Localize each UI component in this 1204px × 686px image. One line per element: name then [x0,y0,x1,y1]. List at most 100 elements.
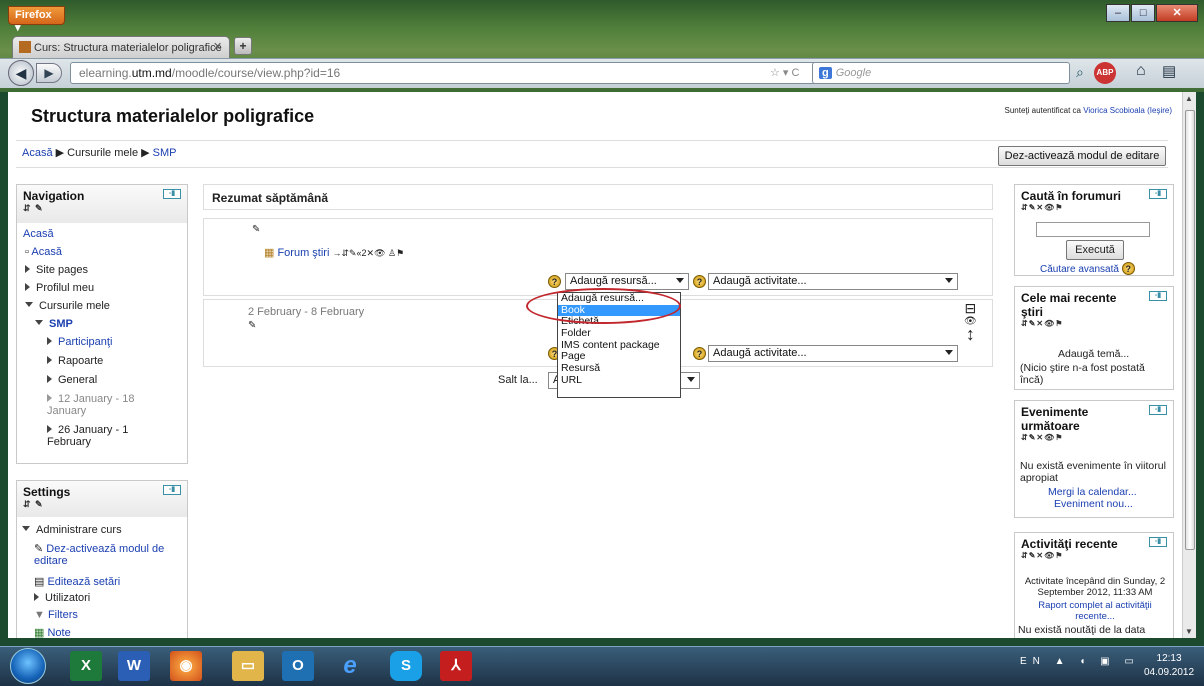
nav-item-profile[interactable]: Profilul meu [25,282,94,294]
block-edit-icons[interactable]: ⇵✎✕👁⚑ [1021,319,1167,328]
new-tab-button[interactable]: + [234,37,252,55]
edit-summary-icon[interactable]: ✎ [248,320,256,331]
advanced-search-link: Căutare avansată [1040,264,1119,275]
nav-item-label: Profilul meu [36,282,95,294]
settings-users[interactable]: Utilizatori [34,592,90,604]
block-edit-icons[interactable]: ⇵✎✕👁⚑ [1021,551,1167,560]
outlook-icon[interactable]: O [282,651,314,681]
maximize-button[interactable]: □ [1131,4,1156,22]
grades-icon: ▦ [34,627,48,638]
toggle-edit-button[interactable]: Dez-activează modul de editare [998,146,1166,166]
acrobat-icon[interactable]: ⅄ [440,651,472,681]
forward-button[interactable]: ▶ [36,63,62,83]
search-input[interactable]: g Google [812,62,1070,84]
go-calendar-link[interactable]: Mergi la calendar... [1048,486,1137,498]
advanced-search[interactable]: Căutare avansată ? [1040,262,1135,275]
page-scrollbar[interactable]: ▲ ▼ [1182,92,1196,638]
full-report-link[interactable]: Raport complet al activităţii recente... [1022,600,1168,622]
block-collapse-icon[interactable]: -▮ [163,485,181,495]
start-button[interactable] [10,648,46,684]
breadcrumb-my-courses[interactable]: Cursurile mele [67,147,138,159]
nav-item-site-pages[interactable]: Site pages [25,264,88,276]
block-edit-icons[interactable]: ⇵✎✕👁⚑ [1021,203,1167,212]
nav-home-link[interactable]: Acasă [23,228,54,240]
block-edit-icons[interactable]: ⇵ ✎ [23,499,181,510]
add-resource-select[interactable]: Adaugă resursă... [565,273,689,290]
chevron-down-icon [945,350,953,355]
scroll-up-icon[interactable]: ▲ [1185,94,1193,103]
tab-close-icon[interactable]: ✕ [213,40,222,53]
back-button[interactable]: ◀ [8,60,34,86]
word-icon[interactable]: W [118,651,150,681]
forum-news-link[interactable]: Forum ştiri [277,247,329,259]
pencil-icon: ✎ [34,543,47,555]
firefox-icon[interactable]: ◉ [170,651,202,681]
folder-icon[interactable]: ▭ [232,651,264,681]
block-collapse-icon[interactable]: -▮ [163,189,181,199]
search-icon[interactable]: ⌕ [1076,64,1084,81]
block-edit-icons[interactable]: ⇵✎✕👁⚑ [1021,433,1167,442]
help-icon[interactable]: ? [1121,262,1135,275]
breadcrumb-smp[interactable]: SMP [153,147,177,159]
internet-explorer-icon[interactable]: e [334,651,366,681]
url-path: /moodle/course/view.php?id=16 [171,66,341,80]
help-icon[interactable]: ? [548,274,561,288]
nav-item-smp[interactable]: SMP [35,318,73,330]
nav-item-general[interactable]: General [47,374,97,386]
firefox-menu-button[interactable]: Firefox ▾ [8,6,65,34]
show-only-icon[interactable]: ⊟ [964,301,977,315]
scroll-thumb[interactable] [1185,110,1195,550]
breadcrumb-home[interactable]: Acasă [22,147,53,159]
page-title: Structura materialelor poligrafice [31,106,315,126]
language-indicator[interactable]: EN [1020,656,1046,667]
activity-edit-icons[interactable]: →⇵✎«2✕👁 ♙⚑ [332,248,404,258]
search-execute-button[interactable]: Execută [1066,240,1124,260]
settings-grades[interactable]: ▦ Note [34,626,71,638]
minimize-button[interactable]: – [1106,4,1131,22]
nav-item-week-1[interactable]: 12 January - 18 January [47,393,172,417]
dropdown-option[interactable]: URL [558,374,680,387]
forum-search-input[interactable] [1036,222,1150,237]
settings-filters[interactable]: ▼ Filters [34,609,78,621]
add-activity-select-2[interactable]: Adaugă activitate... [708,345,958,362]
block-edit-icons[interactable]: ⇵ ✎ [23,203,181,214]
edit-summary-icon[interactable]: ✎ [252,224,260,235]
nav-item-reports[interactable]: Rapoarte [47,355,103,367]
nav-item-week-2[interactable]: 26 January - 1 February [47,424,172,448]
help-icon[interactable]: ? [693,346,706,360]
help-icon[interactable]: ? [693,274,706,288]
browser-tab[interactable]: Curs: Structura materialelor poligrafice [12,36,230,58]
section-controls: ⊟ 👁 ↕ [964,301,977,343]
block-collapse-icon[interactable]: -▮ [1149,291,1167,301]
block-collapse-icon[interactable]: -▮ [1149,189,1167,199]
add-activity-select[interactable]: Adaugă activitate... [708,273,958,290]
new-event-link[interactable]: Eveniment nou... [1054,498,1133,510]
clock[interactable]: 12:13 04.09.2012 [1144,652,1194,680]
excel-icon[interactable]: X [70,651,102,681]
settings-toggle-edit[interactable]: ✎ Dez-activează modul de editare [34,542,174,567]
bookmarks-icon[interactable]: ▤ [1162,62,1176,80]
user-link[interactable]: Viorica Scobioala [1083,106,1145,115]
bookmark-star-icon[interactable]: ☆ ▾ C [770,66,799,79]
skype-icon[interactable]: S [390,651,422,681]
add-topic-link[interactable]: Adaugă temă... [1058,348,1129,360]
expand-icon [47,337,52,345]
nav-item-participants[interactable]: Participanţi [47,336,112,348]
no-news-since-text: Nu există noutăţi de la data [1018,624,1146,636]
block-collapse-icon[interactable]: -▮ [1149,537,1167,547]
move-icon[interactable]: ↕ [964,325,977,343]
block-collapse-icon[interactable]: -▮ [1149,405,1167,415]
nav-item-home[interactable]: ▫ Acasă [25,246,62,258]
close-window-button[interactable]: ✕ [1156,4,1199,22]
nav-item-my-courses[interactable]: Cursurile mele [25,300,110,312]
red-highlight-ellipse [526,288,681,324]
settings-item-label: Administrare curs [36,524,122,536]
home-icon[interactable]: ⌂ [1136,62,1146,80]
settings-item-label: Editează setări [47,576,121,588]
scroll-down-icon[interactable]: ▼ [1185,627,1193,636]
settings-edit-settings[interactable]: ▤ Editează setări [34,575,120,588]
dropdown-option[interactable]: Folder [558,327,680,340]
logout-link[interactable]: (Ieşire) [1147,106,1172,115]
adblock-icon[interactable]: ABP [1094,62,1116,84]
settings-course-admin[interactable]: Administrare curs [22,524,122,536]
